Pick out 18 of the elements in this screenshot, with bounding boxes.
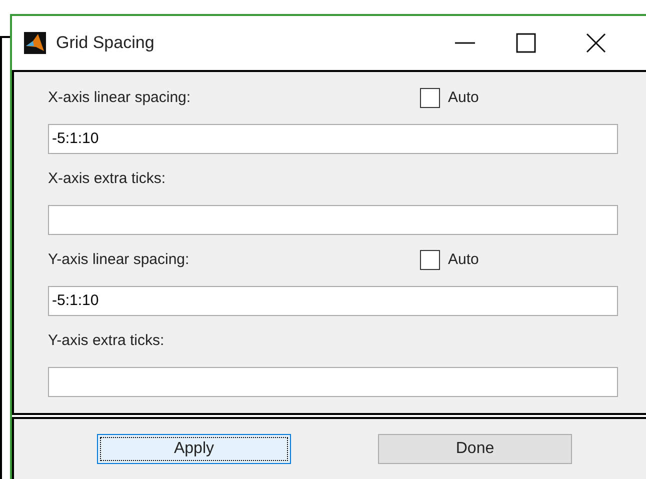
dialog-button[interactable]: Done [378, 434, 572, 464]
field-label: Y-axis extra ticks: [48, 330, 166, 351]
auto-checkbox[interactable] [420, 250, 440, 270]
field-label: Y-axis linear spacing: [48, 250, 190, 270]
window-title: Grid Spacing [56, 32, 154, 54]
input-field[interactable] [48, 205, 618, 235]
close-icon[interactable] [586, 33, 606, 53]
field-label: X-axis linear spacing: [48, 88, 192, 108]
checkbox-label: Auto [448, 88, 479, 108]
dialog-button[interactable]: Apply [97, 434, 291, 464]
field-label: X-axis extra ticks: [48, 168, 167, 189]
checkbox-label: Auto [448, 250, 479, 270]
input-field[interactable]: -5:1:10 [48, 124, 618, 154]
auto-checkbox[interactable] [420, 88, 440, 108]
maximize-icon[interactable] [516, 33, 536, 53]
input-field[interactable] [48, 367, 618, 397]
app-icon [24, 32, 46, 54]
input-field[interactable]: -5:1:10 [48, 286, 618, 316]
